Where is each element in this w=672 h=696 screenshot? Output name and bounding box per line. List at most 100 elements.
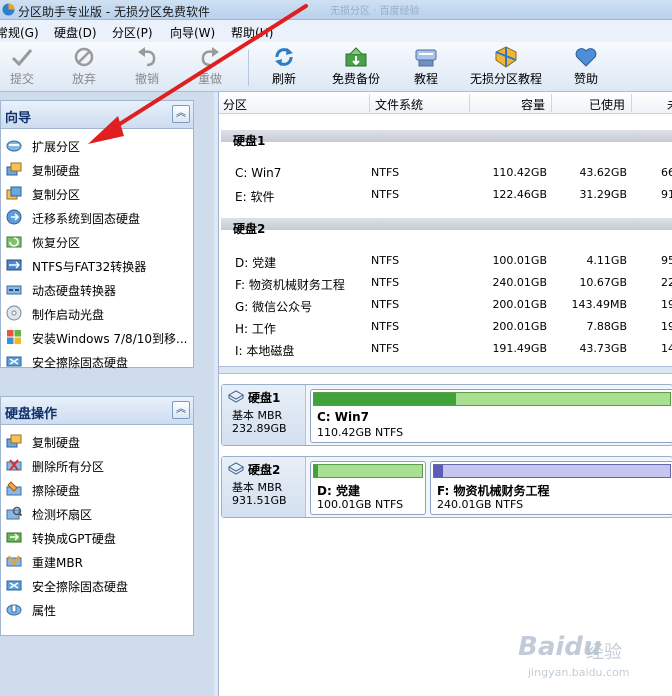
partition-usage-bar: [313, 464, 423, 478]
delete-all-icon: [6, 459, 22, 471]
discard-button[interactable]: 放弃: [66, 44, 102, 90]
menu-bar: 常规(G) 硬盘(D) 分区(P) 向导(W) 帮助(H): [0, 20, 672, 42]
windows-to-go-icon: [7, 330, 21, 344]
partition-tutorial-button[interactable]: 无损分区教程: [466, 44, 546, 90]
sponsor-button[interactable]: 赞助: [568, 44, 604, 90]
disk1-group-label: 硬盘1: [233, 134, 266, 148]
wizard-item-extend-partition[interactable]: 扩展分区: [1, 133, 193, 157]
undo-icon: [138, 47, 156, 67]
wizard-section: 向导 ︽ 扩展分区 复制硬盘 复制分区 迁移系统到固态硬盘 恢复分区 NTFS与…: [0, 100, 194, 370]
partition-used-fill: [434, 465, 444, 477]
partition-tutorial-icon: [495, 46, 517, 68]
diskmap-disk2[interactable]: 硬盘2 基本 MBR 931.51GB D: 党建 100.01GB NTFS …: [221, 456, 672, 518]
diskmap-partition-d[interactable]: D: 党建 100.01GB NTFS: [310, 461, 426, 515]
disk-op-copy-disk[interactable]: 复制硬盘: [1, 429, 193, 453]
ssd-erase-icon: [6, 580, 22, 591]
wizard-item-copy-partition[interactable]: 复制分区: [1, 181, 193, 205]
table-row[interactable]: I: 本地磁盘 NTFS 191.49GB 43.73GB 147: [219, 338, 672, 360]
wizard-item-ssd-erase[interactable]: 安全擦除固态硬盘: [1, 349, 193, 373]
wizard-item-migrate-os[interactable]: 迁移系统到固态硬盘: [1, 205, 193, 229]
backup-icon: [345, 47, 367, 67]
partition-area: 分区 文件系统 容量 已使用 未 硬盘1 C: Win7 NTFS 110.42…: [218, 92, 672, 696]
disk-ops-header: 硬盘操作 ︽: [1, 397, 193, 425]
menu-disk[interactable]: 硬盘(D): [54, 24, 97, 41]
disk-op-delete-all[interactable]: 删除所有分区: [1, 453, 193, 477]
bad-sector-icon: [6, 506, 22, 520]
wizard-item-dynamic-disk[interactable]: 动态硬盘转换器: [1, 277, 193, 301]
redo-icon: [201, 47, 219, 67]
undo-button[interactable]: 撤销: [129, 44, 165, 90]
table-row[interactable]: F: 物资机械财务工程 NTFS 240.01GB 10.67GB 229: [219, 272, 672, 294]
col-filesystem[interactable]: 文件系统: [375, 96, 423, 113]
free-backup-button[interactable]: 免费备份: [328, 44, 384, 90]
wizard-item-ntfs-fat32[interactable]: NTFS与FAT32转换器: [1, 253, 193, 277]
ssd-erase-icon: [6, 356, 22, 367]
diskmap-disk1[interactable]: 硬盘1 基本 MBR 232.89GB C: Win7 110.42GB NTF…: [221, 384, 672, 446]
column-separator: [551, 94, 552, 112]
copy-partition-icon: [6, 186, 22, 200]
wizard-item-bootable-cd[interactable]: 制作启动光盘: [1, 301, 193, 325]
ntfs-fat32-icon: [6, 259, 22, 271]
properties-icon: [6, 604, 22, 616]
discard-icon: [74, 47, 94, 67]
title-bar: 分区助手专业版 - 无损分区免费软件 无损分区 · 百度经验: [0, 0, 672, 20]
disk2-group-bar: [221, 218, 672, 230]
disk-op-rebuild-mbr[interactable]: 重建MBR: [1, 549, 193, 573]
column-separator: [469, 94, 470, 112]
gpt-convert-icon: [6, 532, 22, 543]
table-row[interactable]: H: 工作 NTFS 200.01GB 7.88GB 192: [219, 316, 672, 338]
submit-button[interactable]: 提交: [4, 44, 40, 90]
recover-partition-icon: [6, 236, 22, 248]
redo-button[interactable]: 重做: [192, 44, 228, 90]
toolbar: 提交 放弃 撤销 重做 刷新 免费备份 教程 无损分区教程 赞助: [0, 42, 672, 92]
disk2-group-label: 硬盘2: [233, 222, 266, 236]
disk-op-properties[interactable]: 属性: [1, 597, 193, 621]
disk-op-gpt-convert[interactable]: 转换成GPT硬盘: [1, 525, 193, 549]
migrate-os-icon: [6, 209, 22, 225]
rebuild-mbr-icon: [6, 555, 22, 567]
checkmark-icon: [11, 49, 33, 67]
table-row[interactable]: C: Win7 NTFS 110.42GB 43.62GB 66: [219, 162, 672, 184]
wizard-header: 向导 ︽: [1, 101, 193, 129]
partition-used-fill: [314, 393, 457, 405]
menu-general[interactable]: 常规(G): [0, 24, 39, 41]
wizard-item-recover-partition[interactable]: 恢复分区: [1, 229, 193, 253]
left-panel: 向导 ︽ 扩展分区 复制硬盘 复制分区 迁移系统到固态硬盘 恢复分区 NTFS与…: [0, 92, 214, 696]
col-capacity[interactable]: 容量: [521, 96, 545, 113]
col-unused[interactable]: 未: [667, 96, 672, 113]
table-row[interactable]: E: 软件 NTFS 122.46GB 31.29GB 91: [219, 184, 672, 206]
disk-op-wipe-disk[interactable]: 擦除硬盘: [1, 477, 193, 501]
background-tabs: 无损分区 · 百度经验: [330, 6, 420, 17]
wizard-item-windows-to-go[interactable]: 安装Windows 7/8/10到移...: [1, 325, 193, 349]
wizard-item-copy-disk[interactable]: 复制硬盘: [1, 157, 193, 181]
diskmap-partition-f[interactable]: F: 物资机械财务工程 240.01GB NTFS: [430, 461, 672, 515]
column-header: 分区 文件系统 容量 已使用 未: [219, 92, 672, 114]
tutorial-button[interactable]: 教程: [408, 44, 444, 90]
table-row[interactable]: G: 微信公众号 NTFS 200.01GB 143.49MB 199: [219, 294, 672, 316]
menu-partition[interactable]: 分区(P): [112, 24, 153, 41]
column-separator: [631, 94, 632, 112]
copy-disk-icon: [6, 162, 22, 176]
disk-icon: [228, 390, 244, 403]
disk-ops-collapse-button[interactable]: ︽: [172, 401, 190, 419]
wizard-title: 向导: [5, 111, 32, 126]
col-used[interactable]: 已使用: [589, 96, 625, 113]
partition-usage-bar: [433, 464, 671, 478]
partition-used-fill: [314, 465, 319, 477]
pane-splitter[interactable]: [219, 366, 672, 374]
disk-ops-section: 硬盘操作 ︽ 复制硬盘 删除所有分区 擦除硬盘 检测坏扇区 转换成GPT硬盘 重…: [0, 396, 194, 636]
col-partition[interactable]: 分区: [223, 96, 247, 113]
refresh-icon: [275, 48, 293, 66]
disk-op-ssd-erase[interactable]: 安全擦除固态硬盘: [1, 573, 193, 597]
menu-help[interactable]: 帮助(H): [231, 24, 273, 41]
menu-wizard[interactable]: 向导(W): [170, 24, 215, 41]
tutorial-icon: [415, 49, 437, 67]
diskmap-partition-c[interactable]: C: Win7 110.42GB NTFS: [310, 389, 672, 443]
wizard-collapse-button[interactable]: ︽: [172, 105, 190, 123]
partition-usage-bar: [313, 392, 671, 406]
refresh-button[interactable]: 刷新: [266, 44, 302, 90]
disk-op-bad-sector[interactable]: 检测坏扇区: [1, 501, 193, 525]
disk1-group-bar: [221, 130, 672, 142]
dynamic-disk-icon: [6, 285, 22, 295]
table-row[interactable]: D: 党建 NTFS 100.01GB 4.11GB 95: [219, 250, 672, 272]
